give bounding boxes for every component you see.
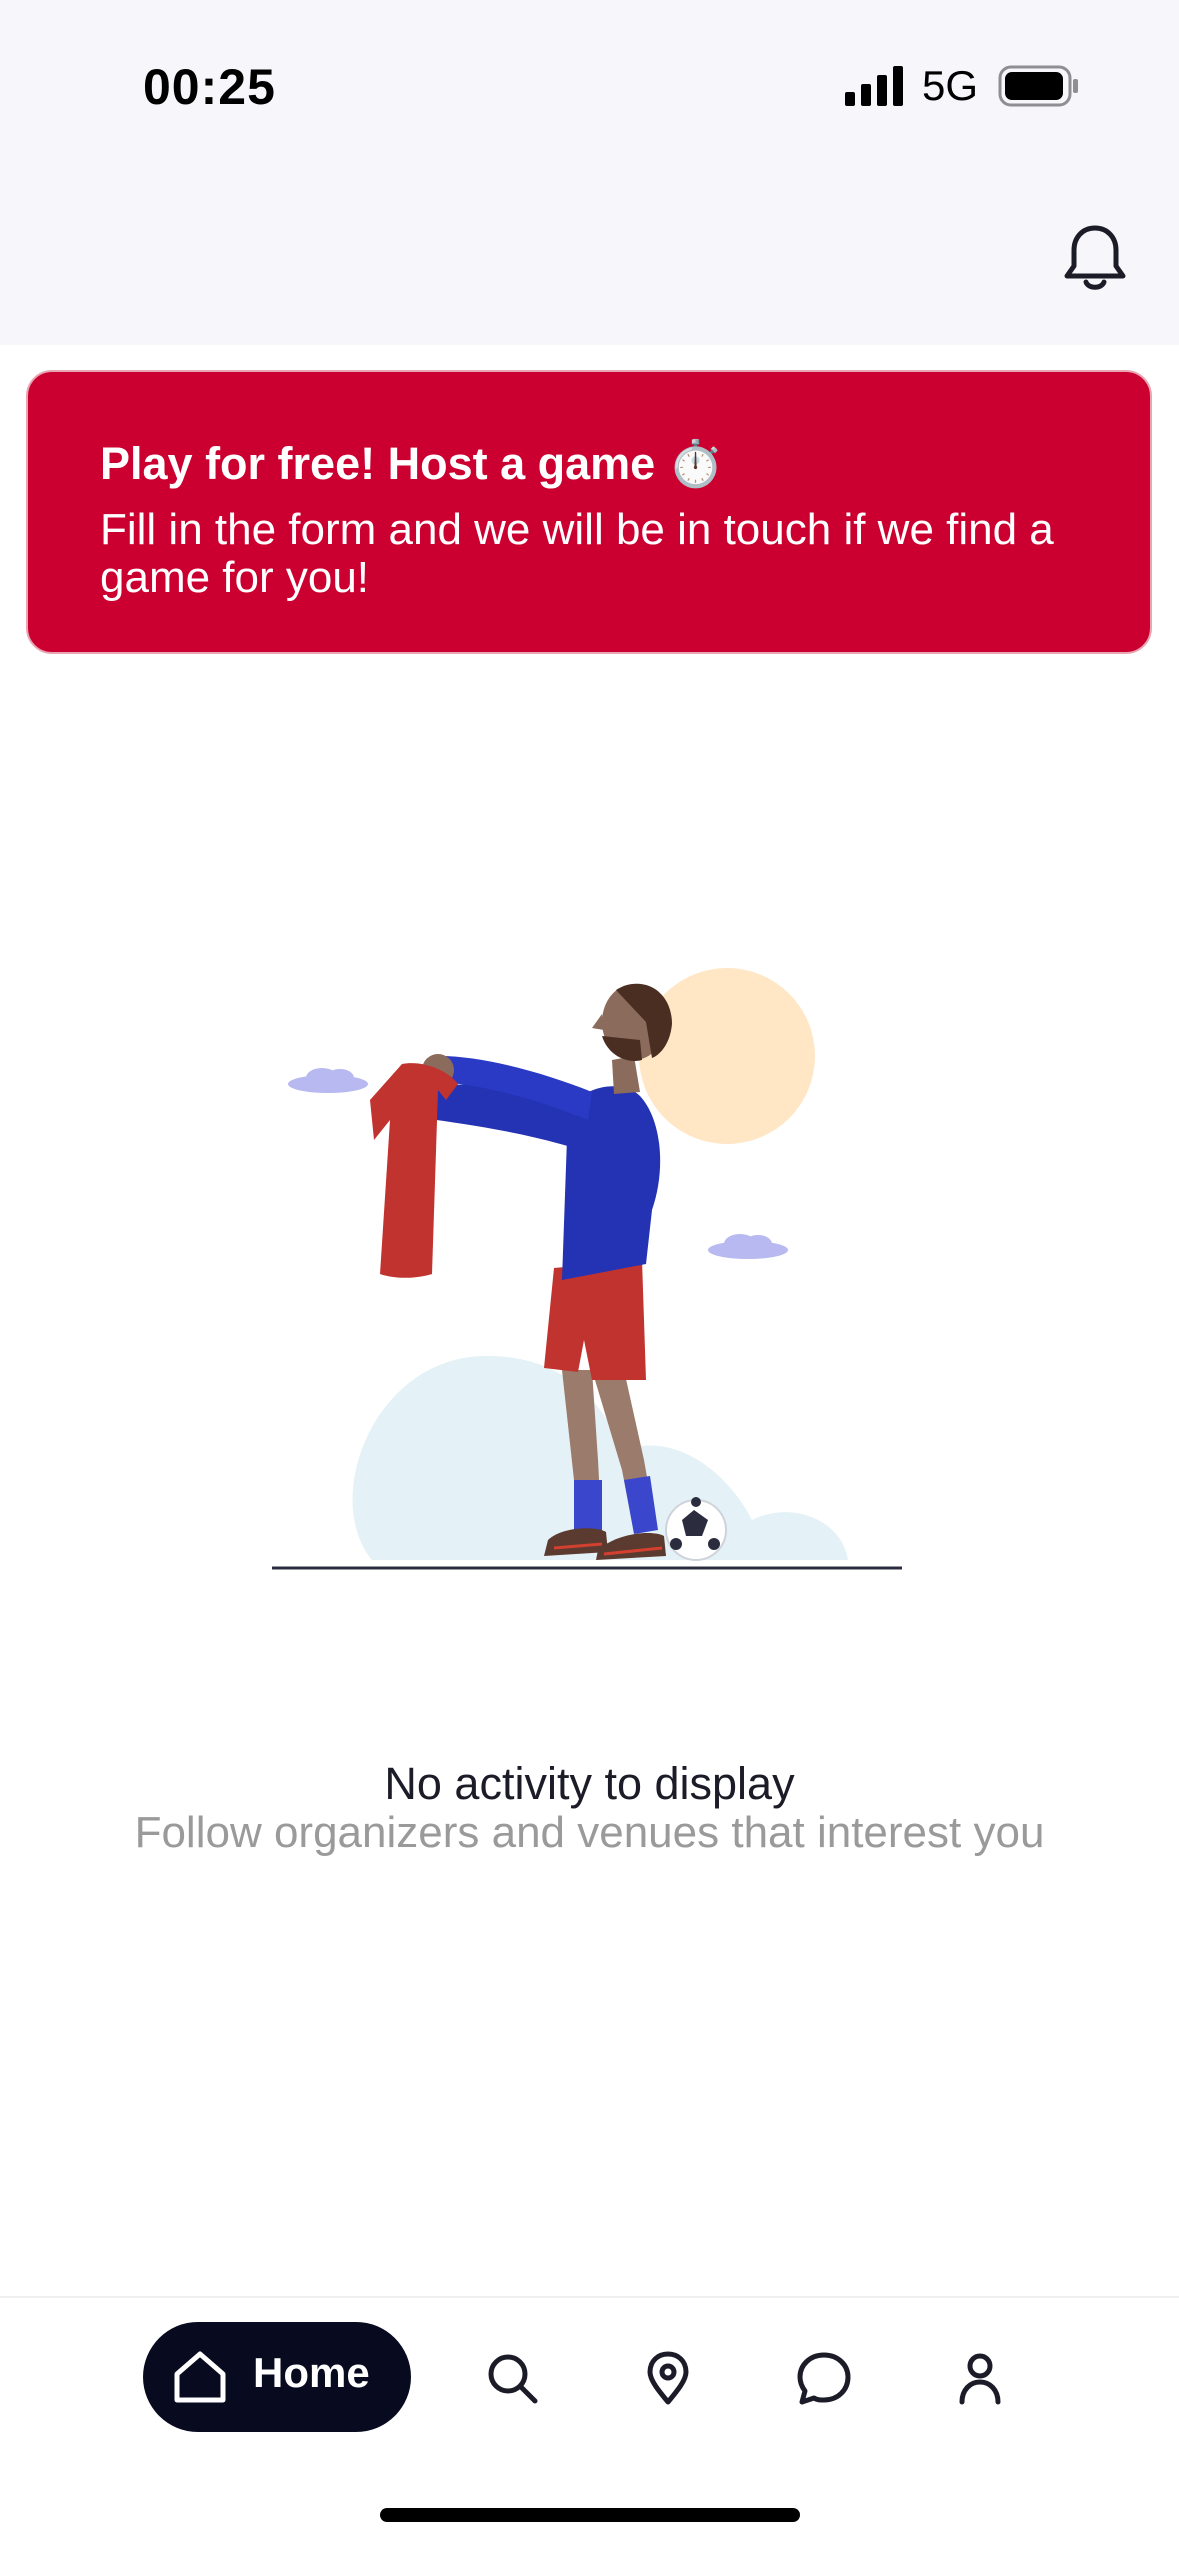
home-icon (174, 2351, 226, 2403)
top-header: 00:25 5G (0, 0, 1179, 345)
home-indicator (380, 2508, 800, 2522)
profile-icon[interactable] (952, 2350, 1008, 2406)
search-icon[interactable] (484, 2350, 540, 2406)
network-type: 5G (922, 62, 979, 109)
status-time: 00:25 (143, 59, 276, 115)
chat-bubble-icon[interactable] (796, 2350, 852, 2406)
empty-state-subtitle: Follow organizers and venues that intere… (134, 1808, 1045, 1857)
map-pin-icon[interactable] (640, 2350, 696, 2406)
tab-home[interactable]: Home (143, 2322, 411, 2432)
bell-icon[interactable] (1060, 222, 1130, 294)
tab-home-label: Home (253, 2349, 370, 2396)
banner-title: Play for free! Host a game ⏱️ (100, 438, 724, 489)
signal-bars-icon (845, 66, 903, 106)
soccer-player-illustration (272, 968, 902, 1570)
empty-state-title: No activity to display (384, 1758, 795, 1809)
host-game-banner[interactable]: Play for free! Host a game ⏱️ Fill in th… (26, 370, 1152, 654)
banner-subtitle: Fill in the form and we will be in touch… (100, 505, 1054, 602)
home-screen: 00:25 5G Play for free! Host a game ⏱️ F… (0, 0, 1179, 2556)
battery-icon (998, 65, 1078, 107)
